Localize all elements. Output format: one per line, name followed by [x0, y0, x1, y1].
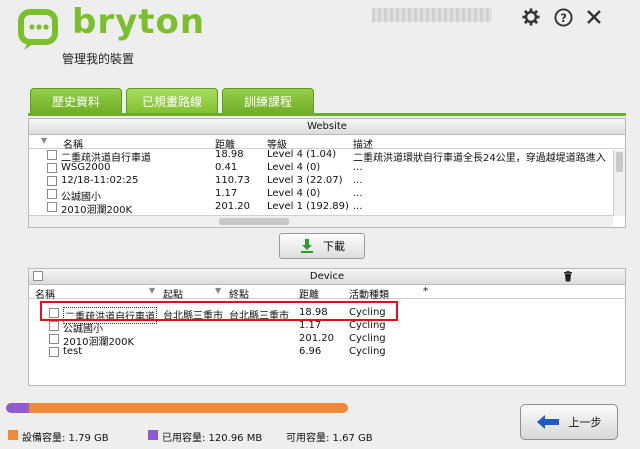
route-distance: 1.17 — [215, 188, 238, 199]
back-button[interactable]: 上一步 — [520, 404, 618, 440]
device-panel-title: Device — [309, 271, 345, 282]
list-item[interactable]: 2010洄瀾200K 201.20 Level 1 (192.89) ... — [29, 201, 625, 215]
download-label: 下載 — [323, 240, 345, 253]
route-level: Level 4 (0) — [267, 188, 321, 199]
device-route-type: Cycling — [349, 333, 386, 344]
route-level: Level 3 (22.07) — [267, 175, 343, 186]
route-distance: 0.41 — [215, 162, 238, 173]
scrollbar-thumb[interactable] — [219, 218, 289, 225]
sort-arrow-icon[interactable]: ▼ — [149, 286, 155, 295]
select-all-checkbox[interactable] — [33, 271, 43, 281]
list-item[interactable]: 二重疏洪道自行車道 18.98 Level 4 (1.04) 二重疏洪道環狀自行… — [29, 149, 625, 164]
device-capacity-swatch — [8, 430, 18, 440]
route-desc: ... — [353, 201, 363, 212]
row-checkbox[interactable] — [49, 347, 59, 357]
bryton-logo-icon — [18, 9, 58, 50]
device-route-distance: 201.20 — [299, 333, 334, 344]
route-level: Level 4 (1.04) — [267, 149, 337, 160]
brand-name: bryton — [72, 2, 206, 42]
list-item[interactable]: WSG2000 0.41 Level 4 (0) ... — [29, 162, 625, 175]
route-name: WSG2000 — [61, 162, 111, 173]
route-desc: ... — [353, 188, 363, 199]
row-checkbox[interactable] — [47, 163, 57, 173]
tab-history[interactable]: 歷史資料 — [30, 88, 122, 114]
list-item[interactable]: 公誠國小 1.17 Cycling — [29, 320, 625, 335]
device-route-type: Cycling — [349, 346, 386, 357]
back-arrow-icon — [536, 415, 559, 429]
row-checkbox[interactable] — [47, 150, 57, 160]
trash-icon[interactable] — [563, 271, 573, 282]
device-capacity-label: 設備容量: 1.79 GB — [22, 433, 109, 444]
route-distance: 201.20 — [215, 201, 250, 212]
website-header-row: ▼ 名稱 距離 等級 描述 — [29, 135, 625, 151]
device-header-row: 名稱 ▼ 起點 ▼ 終點 距離 活動種類 * — [29, 285, 625, 301]
route-name: 2010洄瀾200K — [61, 205, 133, 215]
row-checkbox[interactable] — [47, 202, 57, 212]
blurred-header-text — [372, 8, 492, 22]
route-level: Level 4 (0) — [267, 162, 321, 173]
route-distance: 18.98 — [215, 149, 244, 160]
device-col-extra[interactable]: * — [423, 286, 428, 297]
selection-highlight-box — [40, 301, 398, 321]
storage-used-fill — [6, 403, 29, 413]
download-icon — [301, 239, 313, 253]
help-icon[interactable]: ? — [552, 6, 574, 28]
used-capacity-label: 已用容量: 120.96 MB — [162, 433, 263, 444]
sort-arrow-icon[interactable]: ▼ — [41, 136, 47, 145]
row-checkbox[interactable] — [47, 176, 57, 186]
tab-planned-routes[interactable]: 已規畫路線 — [126, 88, 218, 114]
close-icon[interactable] — [583, 6, 605, 28]
storage-progress-bar — [6, 403, 348, 413]
tab-training[interactable]: 訓練課程 — [222, 88, 314, 114]
row-checkbox[interactable] — [49, 334, 59, 344]
scrollbar-thumb[interactable] — [616, 152, 623, 172]
row-checkbox[interactable] — [49, 321, 59, 331]
list-item[interactable]: 2010洄瀾200K 201.20 Cycling — [29, 333, 625, 348]
website-horizontal-scrollbar[interactable] — [29, 215, 613, 227]
download-button[interactable]: 下載 — [279, 233, 365, 259]
route-level: Level 1 (192.89) — [267, 201, 349, 212]
row-checkbox[interactable] — [47, 189, 57, 199]
device-route-distance: 6.96 — [299, 346, 322, 357]
sort-arrow-icon[interactable]: ▼ — [215, 286, 221, 295]
back-label: 上一步 — [568, 416, 602, 429]
website-vertical-scrollbar[interactable] — [613, 150, 625, 216]
route-desc: ... — [353, 175, 363, 186]
gear-icon[interactable] — [520, 6, 542, 28]
free-capacity-label: 可用容量: 1.67 GB — [286, 433, 373, 444]
device-panel: Device 名稱 ▼ 起點 ▼ 終點 距離 活動種類 * 二重疏洪道自行車道 … — [28, 268, 626, 386]
route-name: 12/18-11:02:25 — [61, 175, 139, 186]
website-panel: Website ▼ 名稱 距離 等級 描述 二重疏洪道自行車道 18.98 Le… — [28, 118, 626, 228]
website-list: 二重疏洪道自行車道 18.98 Level 4 (1.04) 二重疏洪道環狀自行… — [29, 149, 625, 215]
list-item[interactable]: 12/18-11:02:25 110.73 Level 3 (22.07) ..… — [29, 175, 625, 188]
route-desc: ... — [353, 162, 363, 173]
route-distance: 110.73 — [215, 175, 250, 186]
list-item[interactable]: 公誠國小 1.17 Level 4 (0) ... — [29, 188, 625, 203]
list-item[interactable]: test 6.96 Cycling — [29, 346, 625, 359]
device-panel-title-bar: Device — [29, 269, 625, 285]
device-route-distance: 1.17 — [299, 320, 322, 331]
page-subtitle: 管理我的裝置 — [62, 52, 135, 66]
svg-text:?: ? — [560, 10, 567, 24]
device-route-type: Cycling — [349, 320, 386, 331]
used-capacity-swatch — [148, 430, 158, 440]
tab-underline — [28, 113, 626, 116]
device-route-name: test — [63, 346, 83, 357]
website-panel-title: Website — [29, 119, 625, 135]
